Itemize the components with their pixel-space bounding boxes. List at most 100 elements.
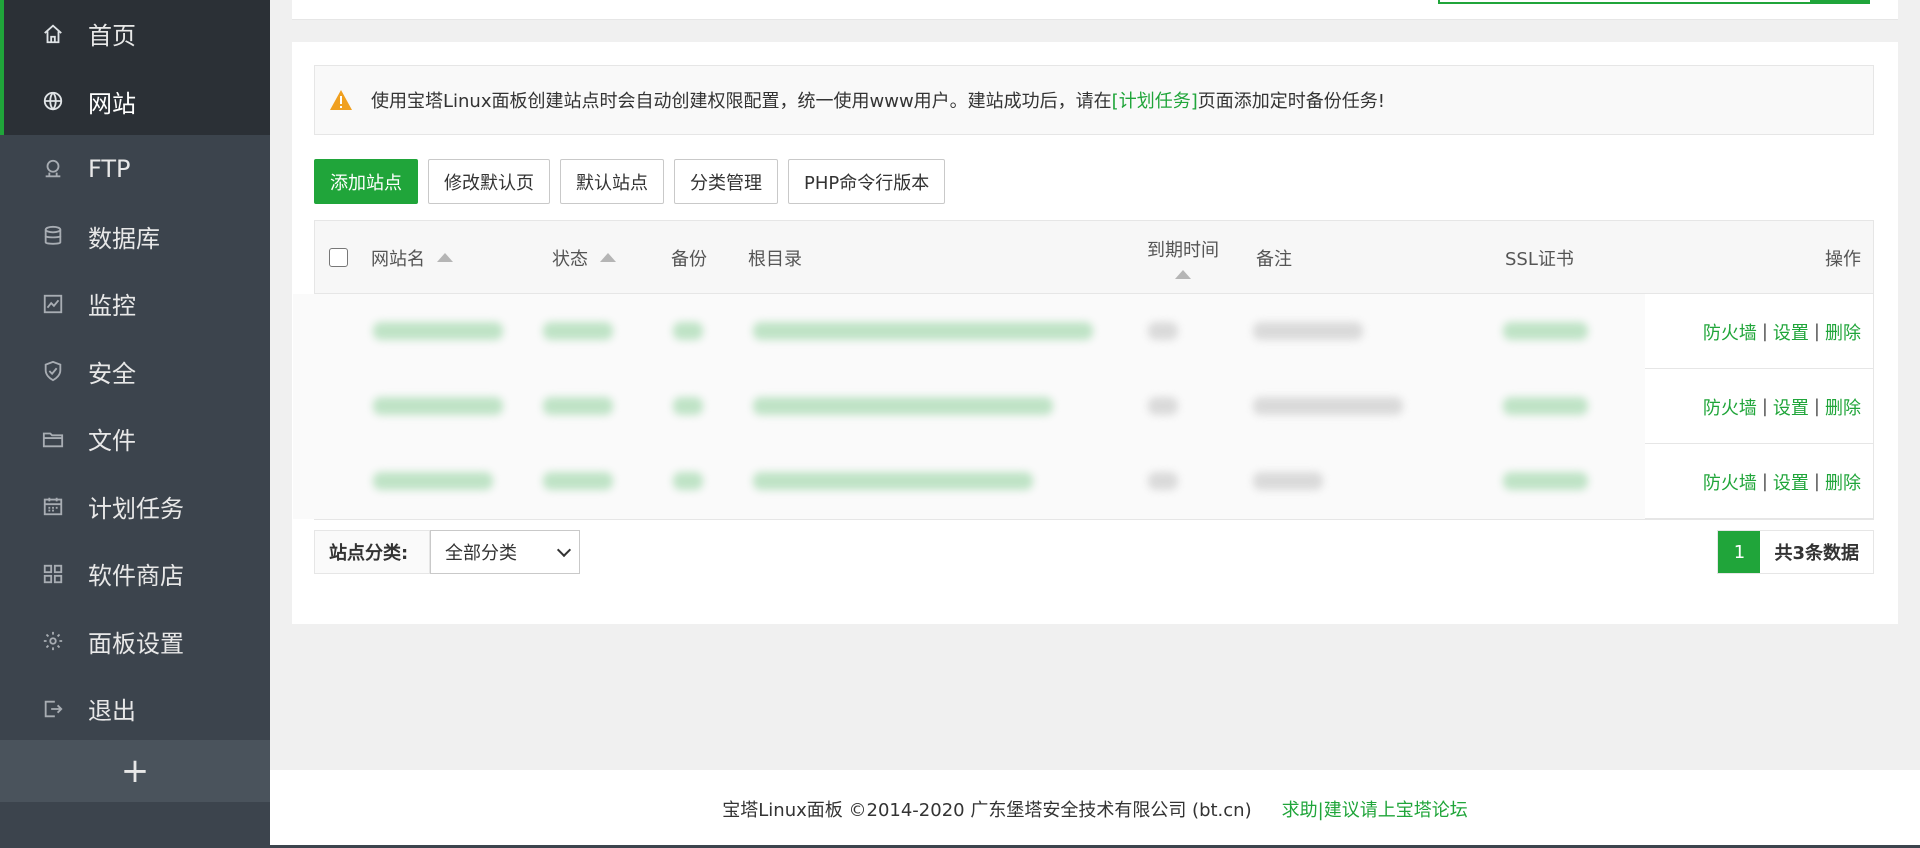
- th-status[interactable]: 状态: [552, 221, 616, 294]
- sidebar-item-label: 退出: [88, 697, 136, 726]
- settings-link[interactable]: 设置: [1773, 394, 1809, 420]
- sidebar-item-monitor[interactable]: 监控: [0, 270, 270, 338]
- sidebar-item-files[interactable]: 文件: [0, 405, 270, 473]
- sidebar-item-label: 文件: [88, 427, 136, 456]
- separator: |: [1761, 321, 1768, 342]
- sidebar-item-website[interactable]: 网站: [0, 67, 270, 135]
- sidebar-item-store[interactable]: 软件商店: [0, 540, 270, 608]
- sidebar-item-cron[interactable]: 计划任务: [0, 473, 270, 541]
- calendar-icon: [40, 493, 66, 519]
- default-site-button[interactable]: 默认站点: [560, 159, 664, 204]
- alert-text-after: 页面添加定时备份任务!: [1197, 91, 1385, 112]
- page-current[interactable]: 1: [1718, 531, 1761, 573]
- sidebar-item-label: 网站: [88, 89, 136, 118]
- site-list-card: 使用宝塔Linux面板创建站点时会自动创建权限配置，统一使用www用户。建站成功…: [292, 42, 1898, 624]
- sidebar-item-label: 数据库: [88, 224, 160, 253]
- firewall-link[interactable]: 防火墙: [1703, 319, 1757, 345]
- sidebar-item-home[interactable]: 首页: [0, 0, 270, 68]
- th-site-name-label: 网站名: [371, 248, 425, 270]
- th-root-dir: 根目录: [748, 221, 802, 294]
- add-site-button[interactable]: 添加站点: [314, 159, 418, 204]
- select-all-checkbox[interactable]: [329, 248, 348, 267]
- th-backup-label: 备份: [671, 248, 707, 270]
- php-cli-version-button[interactable]: PHP命令行版本: [788, 159, 946, 204]
- category-manage-button[interactable]: 分类管理: [674, 159, 778, 204]
- table-header: 网站名 状态 备份 根目录 到期时间 备注 SSL证书 操作: [315, 221, 1873, 294]
- folder-icon: [40, 426, 66, 452]
- table-row: 防火墙 | 设置 | 删除: [293, 444, 1873, 519]
- delete-link[interactable]: 删除: [1825, 319, 1861, 345]
- table-row: 防火墙 | 设置 | 删除: [293, 369, 1873, 444]
- th-ssl: SSL证书: [1505, 221, 1574, 294]
- th-expire[interactable]: 到期时间: [1147, 221, 1219, 294]
- search-button[interactable]: [1810, 0, 1870, 4]
- search-card: [292, 0, 1898, 20]
- category-select[interactable]: 全部分类: [430, 530, 580, 574]
- settings-link[interactable]: 设置: [1773, 319, 1809, 345]
- info-alert: 使用宝塔Linux面板创建站点时会自动创建权限配置，统一使用www用户。建站成功…: [314, 65, 1874, 135]
- th-status-label: 状态: [552, 248, 588, 270]
- sidebar-item-database[interactable]: 数据库: [0, 203, 270, 271]
- redacted-row-content: [293, 444, 1645, 519]
- globe-icon: [40, 88, 66, 114]
- redacted-row-content: [293, 294, 1645, 369]
- sidebar-bottom: [0, 802, 270, 848]
- separator: |: [1813, 321, 1820, 342]
- th-expire-label: 到期时间: [1147, 240, 1219, 261]
- firewall-link[interactable]: 防火墙: [1703, 394, 1757, 420]
- sidebar-item-label: 面板设置: [88, 629, 184, 658]
- sort-icon: [437, 253, 453, 262]
- delete-link[interactable]: 删除: [1825, 394, 1861, 420]
- row-actions: 防火墙 | 设置 | 删除: [1703, 294, 1861, 369]
- gear-icon: [40, 628, 66, 654]
- sort-icon: [1175, 270, 1191, 279]
- cron-link[interactable]: [计划任务]: [1112, 87, 1198, 113]
- sidebar-item-security[interactable]: 安全: [0, 338, 270, 406]
- th-remark-label: 备注: [1256, 248, 1292, 270]
- separator: |: [1761, 396, 1768, 417]
- settings-link[interactable]: 设置: [1773, 469, 1809, 495]
- sidebar: 首页 网站 FTP 数据库 监控 安全 文件 计划任务 软件商店 面板设置 退出…: [0, 0, 270, 848]
- sidebar-item-settings[interactable]: 面板设置: [0, 608, 270, 676]
- sidebar-item-label: 软件商店: [88, 562, 184, 591]
- th-ops: 操作: [1825, 221, 1861, 294]
- page-footer: 宝塔Linux面板 ©2014-2020 广东堡塔安全技术有限公司 (bt.cn…: [270, 770, 1920, 848]
- help-forum-link[interactable]: 求助|建议请上宝塔论坛: [1282, 796, 1468, 822]
- alert-text-before: 使用宝塔Linux面板创建站点时会自动创建权限配置，统一使用www用户。建站成功…: [371, 91, 1112, 112]
- redacted-row-content: [293, 369, 1645, 444]
- sidebar-menu: 首页 网站 FTP 数据库 监控 安全 文件 计划任务 软件商店 面板设置 退出: [0, 0, 270, 743]
- delete-link[interactable]: 删除: [1825, 469, 1861, 495]
- chevron-down-icon: [556, 542, 572, 558]
- sidebar-item-label: 安全: [88, 359, 136, 388]
- database-icon: [40, 223, 66, 249]
- sidebar-item-ftp[interactable]: FTP: [0, 135, 270, 203]
- search-input[interactable]: [1438, 0, 1870, 4]
- row-actions: 防火墙 | 设置 | 删除: [1703, 369, 1861, 444]
- sidebar-item-logout[interactable]: 退出: [0, 675, 270, 743]
- sidebar-item-label: 首页: [88, 22, 136, 51]
- th-ops-label: 操作: [1825, 248, 1861, 270]
- separator: |: [1813, 471, 1820, 492]
- separator: |: [1813, 396, 1820, 417]
- toolbar: 添加站点 修改默认页 默认站点 分类管理 PHP命令行版本: [314, 159, 946, 204]
- sort-icon: [600, 253, 616, 262]
- home-icon: [40, 21, 66, 47]
- th-site-name[interactable]: 网站名: [371, 221, 453, 294]
- category-filter-label: 站点分类:: [314, 530, 430, 574]
- apps-icon: [40, 561, 66, 587]
- page-total: 共3条数据: [1760, 531, 1873, 573]
- shield-icon: [40, 358, 66, 384]
- edit-default-page-button[interactable]: 修改默认页: [428, 159, 550, 204]
- th-remark: 备注: [1256, 221, 1292, 294]
- sidebar-item-label: 监控: [88, 292, 136, 321]
- logout-icon: [40, 696, 66, 722]
- th-ssl-label: SSL证书: [1505, 248, 1574, 270]
- th-backup: 备份: [671, 221, 707, 294]
- row-actions: 防火墙 | 设置 | 删除: [1703, 444, 1861, 519]
- sidebar-item-label: 计划任务: [88, 494, 184, 523]
- copyright-text: 宝塔Linux面板 ©2014-2020 广东堡塔安全技术有限公司 (bt.cn…: [722, 800, 1252, 821]
- firewall-link[interactable]: 防火墙: [1703, 469, 1757, 495]
- separator: |: [1761, 471, 1768, 492]
- add-menu-button[interactable]: +: [0, 740, 270, 802]
- warning-icon: [329, 89, 353, 111]
